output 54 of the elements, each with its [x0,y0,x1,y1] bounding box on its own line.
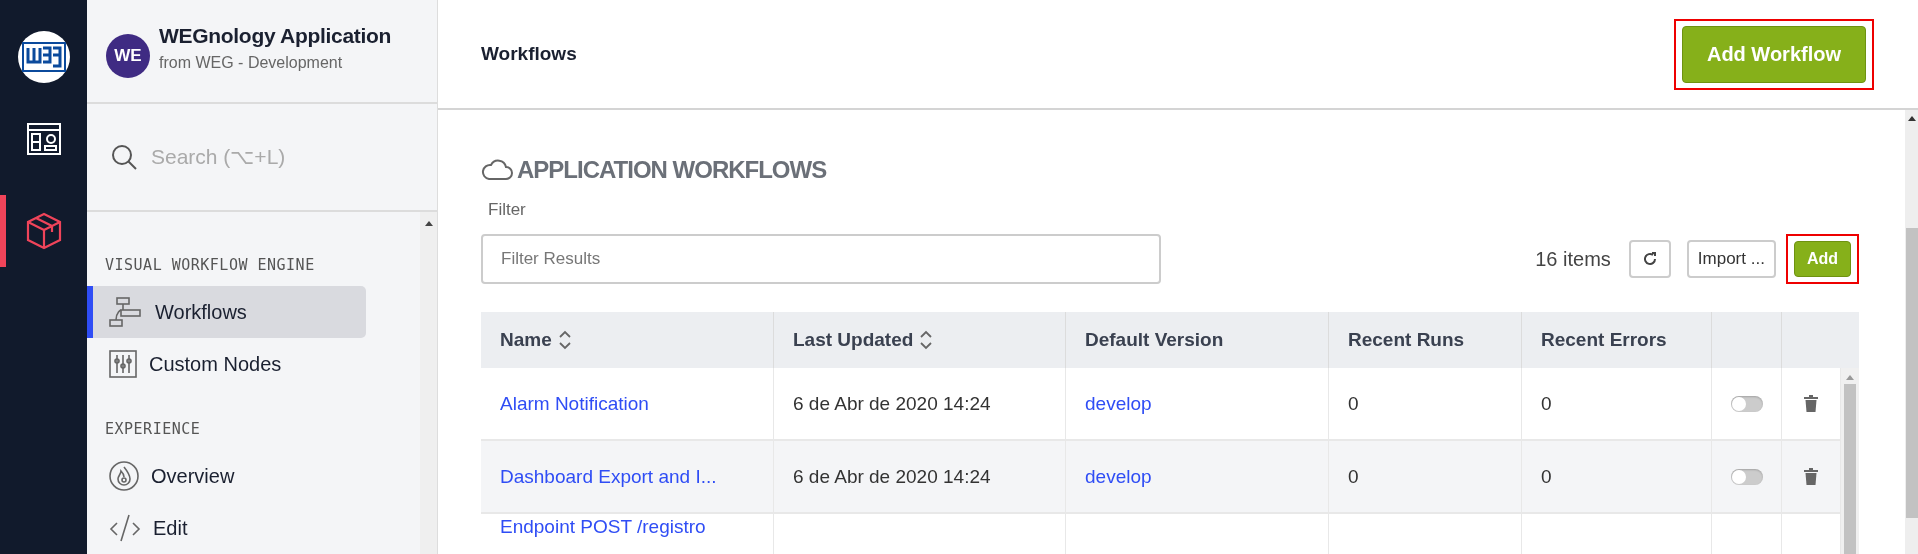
app-subtitle: from WEG - Development [159,54,344,73]
table-cell: 0 [1541,392,1552,415]
search-field[interactable]: Search (⌥+L) [149,144,413,171]
refresh-icon [1642,252,1657,266]
workflow-link[interactable]: Alarm Notification [500,392,649,415]
table-cell: 6 de Abr de 2020 14:24 [793,392,991,415]
section-title: APPLICATION WORKFLOWS [517,156,827,184]
workflow-icon [109,297,143,327]
filter-field[interactable]: Filter Results [481,234,1161,284]
item-count: 16 items [1535,247,1611,271]
sidebar-item[interactable]: Edit [87,502,366,554]
column-header[interactable]: Recent Errors [1522,312,1712,368]
section-heading: EXPERIENCE [104,420,202,438]
toggle-switch[interactable] [1730,395,1763,412]
scroll-up-icon[interactable] [423,220,434,226]
version-link[interactable]: develop [1085,392,1152,415]
table-cell: 0 [1348,465,1359,488]
sliders-icon [109,350,137,378]
trash-icon[interactable] [1804,468,1818,485]
logo-icon[interactable] [17,31,70,83]
toggle-switch[interactable] [1730,468,1763,485]
workflow-link[interactable]: Dashboard Export and I... [500,465,717,488]
sort-icon [919,329,934,351]
search-icon [111,144,137,171]
filter-label: Filter [488,200,527,220]
workflow-link[interactable]: Endpoint POST /registro [500,516,706,538]
column-header[interactable]: Recent Runs [1329,312,1522,368]
flame-icon [109,461,139,491]
table-cell: 0 [1541,465,1552,488]
trash-icon[interactable] [1804,395,1818,412]
refresh-button[interactable] [1628,240,1671,278]
sort-icon [557,329,572,351]
import-button[interactable]: Import ... [1686,240,1776,278]
sidebar-item[interactable]: Overview [87,450,366,502]
column-header[interactable]: Last Updated [774,312,1066,368]
table-cell: 6 de Abr de 2020 14:24 [793,465,991,488]
scroll-up-icon[interactable] [1906,115,1917,121]
sidebar-scrollbar[interactable] [420,212,437,554]
box-icon [25,212,62,250]
column-header[interactable]: Default Version [1066,312,1329,368]
table-scrollbar[interactable] [1841,368,1859,554]
section-heading: VISUAL WORKFLOW ENGINE [104,256,316,274]
table-cell: 0 [1348,392,1359,415]
app-avatar: WE [106,34,150,78]
version-link[interactable]: develop [1085,465,1152,488]
sidebar-item[interactable]: Workflows [87,286,366,338]
page-title: Workflows [481,43,577,65]
sidebar-item[interactable]: Custom Nodes [87,338,366,390]
dashboard-icon [25,121,62,157]
page-scrollbar[interactable] [1905,110,1918,554]
column-header[interactable]: Name [481,312,774,368]
cloud-icon [481,159,513,181]
code-edit-icon [109,513,141,543]
app-name: WEGnology Application [159,24,392,49]
